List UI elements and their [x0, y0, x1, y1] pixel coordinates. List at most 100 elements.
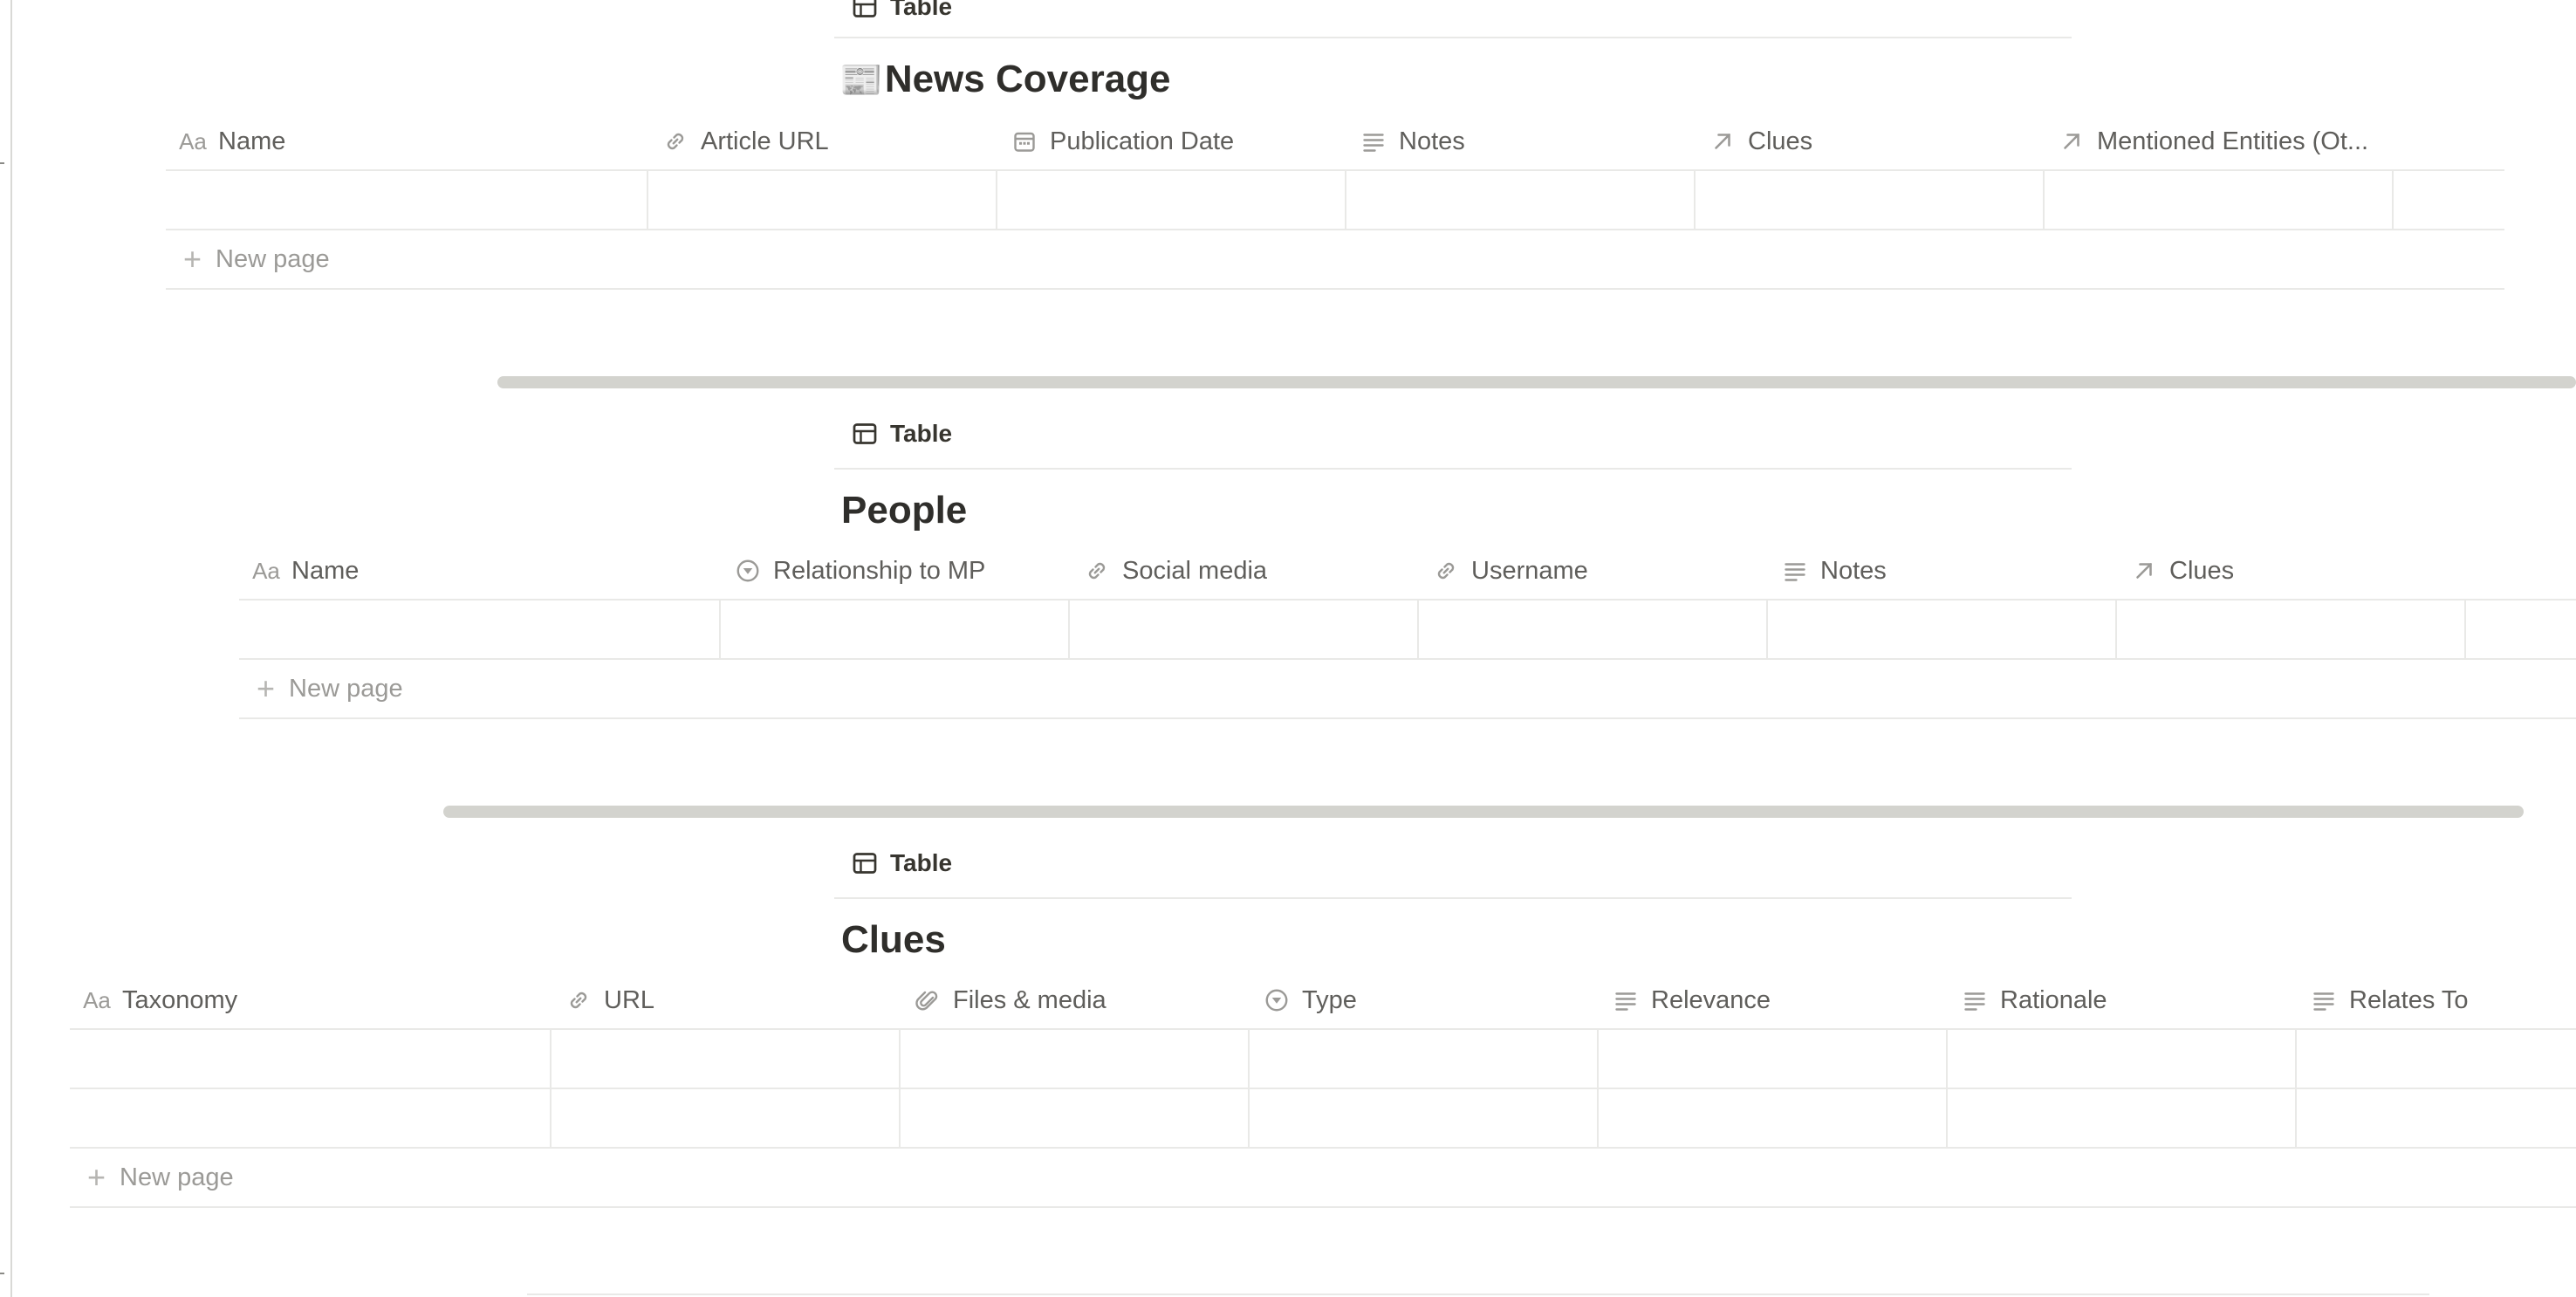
horizontal-scrollbar[interactable]	[443, 806, 2524, 818]
table-icon	[853, 423, 877, 444]
column-header-url[interactable]: URL	[552, 972, 901, 1028]
relation-arrow-icon	[2059, 128, 2085, 154]
column-header-relevance[interactable]: Relevance	[1599, 972, 1948, 1028]
select-icon	[1264, 987, 1290, 1013]
view-tab-underline	[834, 897, 2072, 899]
table-cell[interactable]	[1599, 1089, 1948, 1147]
table-row[interactable]	[166, 171, 2504, 230]
table-header: Aa Name Relationship to MP Social media …	[239, 543, 2576, 600]
table-icon	[853, 853, 877, 874]
table-cell[interactable]	[1346, 171, 1696, 229]
plus-icon: +	[183, 241, 202, 277]
plus-icon: +	[257, 670, 276, 706]
table-row[interactable]	[70, 1030, 2576, 1089]
title-aa-icon: Aa	[179, 127, 207, 154]
table-cell[interactable]	[2117, 600, 2466, 658]
table-row[interactable]	[70, 1089, 2576, 1149]
database-title-people[interactable]: People	[841, 489, 967, 532]
table-cell[interactable]	[1250, 1030, 1599, 1088]
table-cell[interactable]	[997, 171, 1346, 229]
table-cell[interactable]	[70, 1089, 552, 1147]
relation-arrow-icon	[1709, 128, 1736, 154]
view-tab-underline	[834, 37, 2072, 38]
column-header-clues[interactable]: Clues	[1696, 113, 2045, 169]
table-cell[interactable]	[1599, 1030, 1948, 1088]
table-cell[interactable]	[1419, 600, 1768, 658]
divider	[527, 1294, 2429, 1295]
text-lines-icon	[2311, 987, 2337, 1013]
link-icon	[1084, 558, 1110, 584]
left-edge-tick	[0, 162, 4, 164]
table-cell[interactable]	[2045, 171, 2394, 229]
table-cell[interactable]	[552, 1030, 901, 1088]
column-header-files-media[interactable]: Files & media	[901, 972, 1250, 1028]
view-tab-label: Table	[890, 849, 953, 876]
table-cell[interactable]	[1768, 600, 2117, 658]
column-header-mentioned-entities[interactable]: Mentioned Entities (Ot...	[2045, 113, 2394, 169]
view-tab-label: Table	[890, 420, 953, 447]
new-page-button[interactable]: + New page	[166, 230, 2504, 290]
column-header-publication-date[interactable]: Publication Date	[997, 113, 1346, 169]
window-left-edge	[10, 0, 12, 1297]
column-header-notes[interactable]: Notes	[1346, 113, 1696, 169]
calendar-icon	[1011, 128, 1038, 154]
column-header-relates-to[interactable]: Relates To	[2297, 972, 2576, 1028]
select-icon	[735, 558, 761, 584]
column-header-name[interactable]: Aa Name	[166, 113, 648, 169]
column-header-type[interactable]: Type	[1250, 972, 1599, 1028]
new-page-button[interactable]: + New page	[70, 1149, 2576, 1208]
table-cell[interactable]	[1948, 1030, 2297, 1088]
column-header-clues[interactable]: Clues	[2117, 543, 2466, 599]
view-tab-underline	[834, 468, 2072, 470]
table-header: Aa Taxonomy URL Files & media Type Relev…	[70, 972, 2576, 1030]
text-lines-icon	[1962, 987, 1988, 1013]
table-cell[interactable]	[1250, 1089, 1599, 1147]
link-icon	[662, 128, 689, 154]
table-view-tab[interactable]: Table	[852, 420, 952, 448]
column-header-article-url[interactable]: Article URL	[648, 113, 997, 169]
table-cell[interactable]	[901, 1089, 1250, 1147]
left-edge-tick	[0, 1273, 4, 1274]
column-header-social-media[interactable]: Social media	[1070, 543, 1419, 599]
title-aa-icon: Aa	[252, 557, 280, 584]
column-header-rationale[interactable]: Rationale	[1948, 972, 2297, 1028]
database-title-news[interactable]: 📰News Coverage	[839, 58, 1171, 101]
table-cell[interactable]	[1696, 171, 2045, 229]
title-aa-icon: Aa	[83, 986, 111, 1013]
column-header-name[interactable]: Aa Name	[239, 543, 721, 599]
database-title-clues[interactable]: Clues	[841, 918, 946, 962]
table-cell[interactable]	[1948, 1089, 2297, 1147]
table-view-tab[interactable]: Table	[852, 0, 952, 21]
table-cell[interactable]	[901, 1030, 1250, 1088]
news-coverage-table: Aa Name Article URL Publication Date Not…	[166, 113, 2504, 290]
table-cell[interactable]	[70, 1030, 552, 1088]
link-icon	[565, 987, 592, 1013]
text-lines-icon	[1782, 558, 1808, 584]
relation-arrow-icon	[2131, 558, 2157, 584]
newspaper-emoji-icon: 📰	[839, 61, 883, 100]
view-tab-label: Table	[890, 0, 953, 20]
table-cell[interactable]	[721, 600, 1070, 658]
table-cell[interactable]	[648, 171, 997, 229]
column-header-notes[interactable]: Notes	[1768, 543, 2117, 599]
link-icon	[1433, 558, 1459, 584]
column-header-relationship-to-mp[interactable]: Relationship to MP	[721, 543, 1070, 599]
paperclip-icon	[915, 987, 941, 1013]
text-lines-icon	[1360, 128, 1387, 154]
clues-table: Aa Taxonomy URL Files & media Type Relev…	[70, 972, 2576, 1208]
table-icon	[853, 0, 877, 17]
table-cell[interactable]	[552, 1089, 901, 1147]
new-page-button[interactable]: + New page	[239, 660, 2576, 719]
table-cell[interactable]	[166, 171, 648, 229]
table-header: Aa Name Article URL Publication Date Not…	[166, 113, 2504, 171]
table-view-tab[interactable]: Table	[852, 849, 952, 877]
table-row[interactable]	[239, 600, 2576, 660]
people-table: Aa Name Relationship to MP Social media …	[239, 543, 2576, 719]
column-header-username[interactable]: Username	[1419, 543, 1768, 599]
horizontal-scrollbar[interactable]	[497, 376, 2576, 388]
table-cell[interactable]	[239, 600, 721, 658]
text-lines-icon	[1613, 987, 1639, 1013]
table-cell[interactable]	[1070, 600, 1419, 658]
plus-icon: +	[87, 1159, 106, 1195]
column-header-taxonomy[interactable]: Aa Taxonomy	[70, 972, 552, 1028]
